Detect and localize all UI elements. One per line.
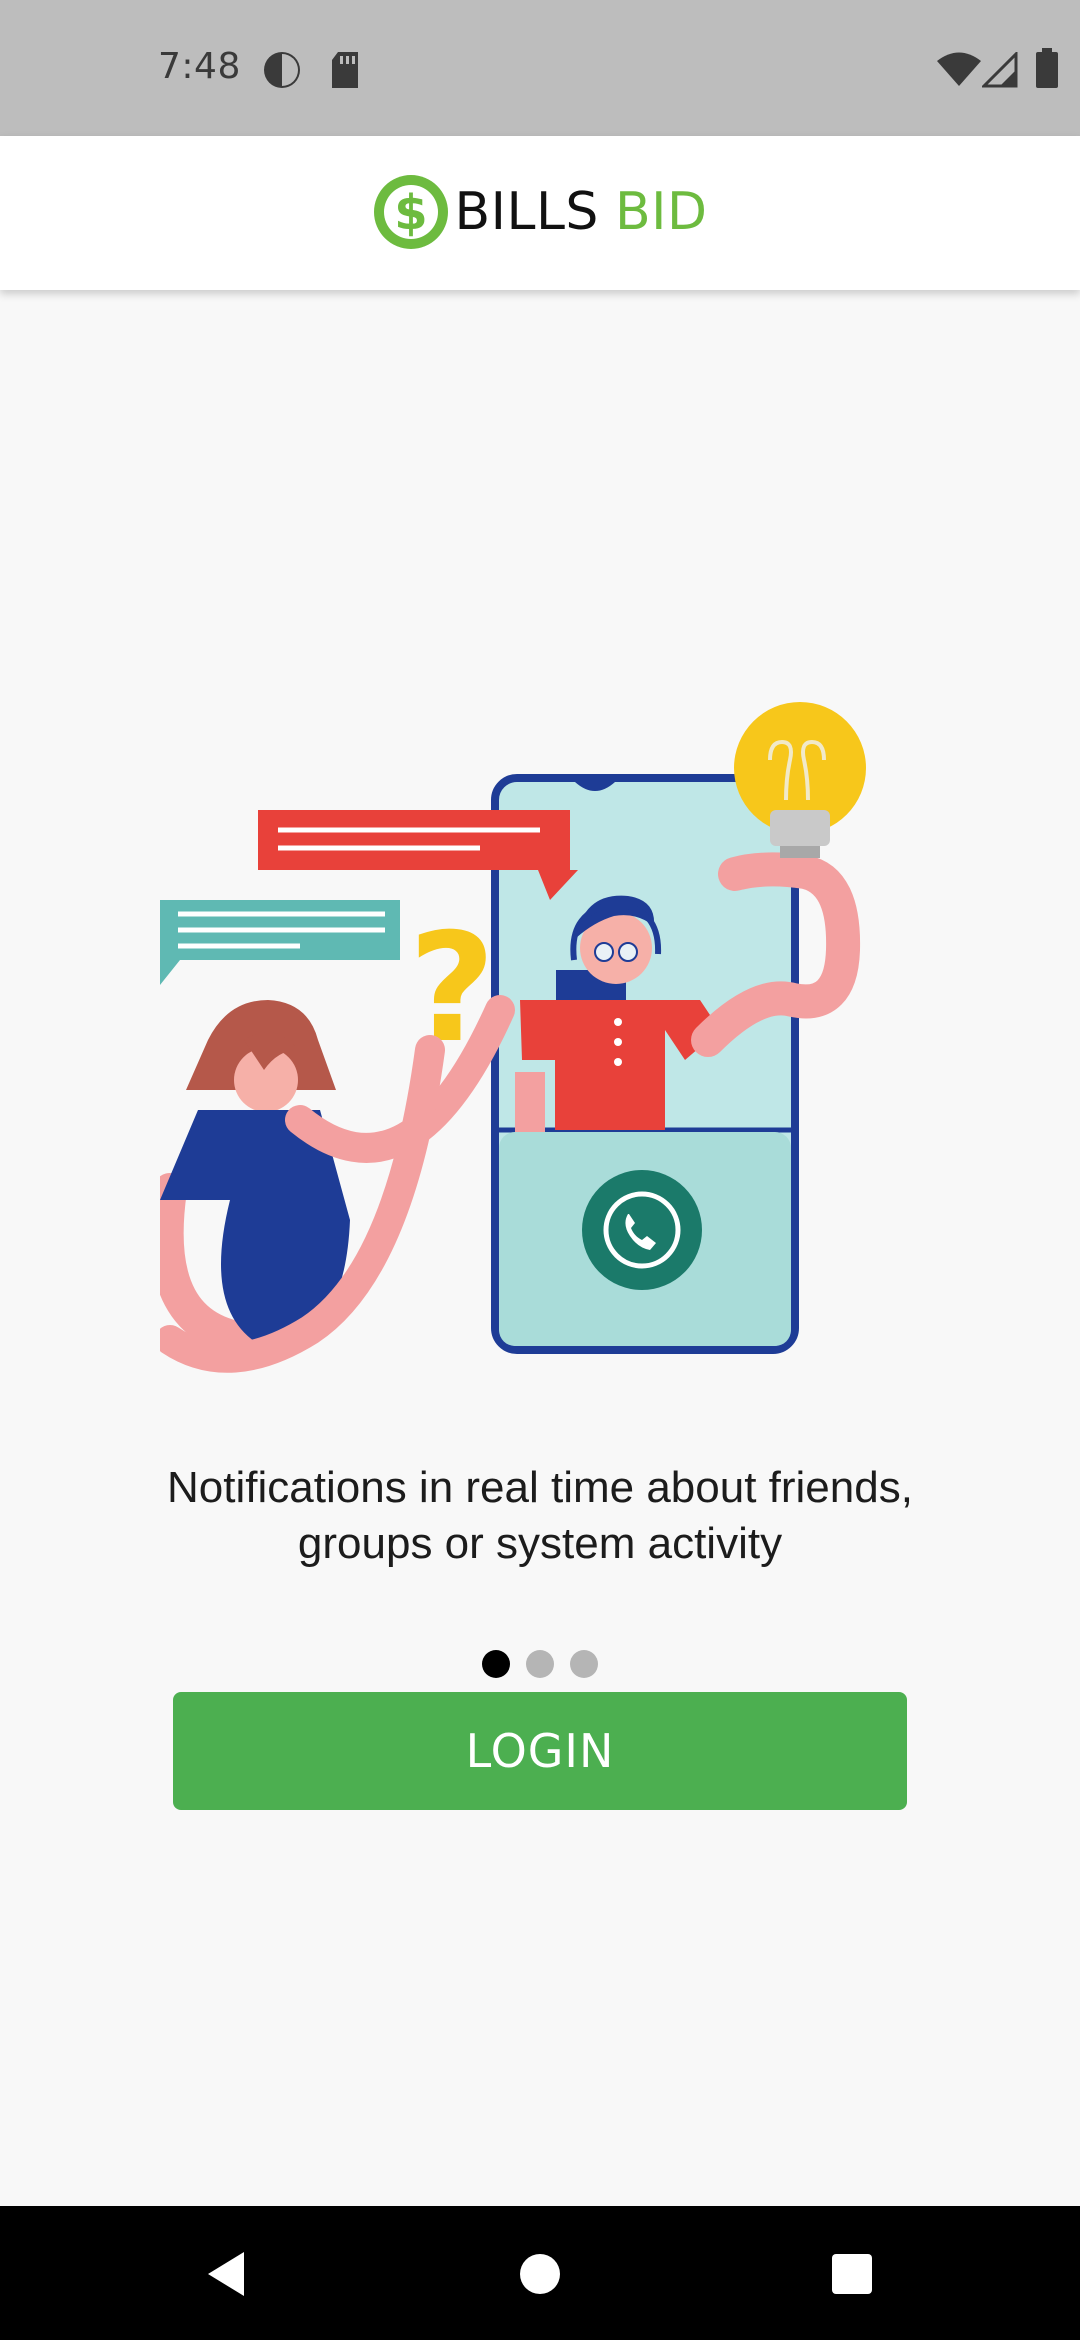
brand-word-bills: BILLS xyxy=(454,182,599,242)
status-time: 7:48 xyxy=(158,46,241,87)
cell-signal-icon xyxy=(982,52,1018,88)
recents-icon[interactable] xyxy=(820,2242,884,2306)
onboarding-screen: 7:48 $ BILLS BID ? Notifications in real… xyxy=(0,0,1080,2340)
battery-icon xyxy=(1036,48,1058,88)
page-indicator xyxy=(0,1650,1080,1678)
support-call-illustration: ? xyxy=(149,700,920,1380)
brand-logo: $ BILLS BID xyxy=(0,172,1080,252)
login-button[interactable]: LOGIN xyxy=(173,1692,907,1810)
status-bar: 7:48 xyxy=(0,0,1080,136)
app-bar: $ BILLS BID xyxy=(0,136,1080,290)
svg-text:$: $ xyxy=(395,185,428,241)
page-dot-1[interactable] xyxy=(482,1650,510,1678)
back-icon[interactable] xyxy=(194,2242,258,2306)
page-dot-2[interactable] xyxy=(526,1650,554,1678)
dollar-coin-icon: $ xyxy=(372,173,450,251)
data-saver-icon xyxy=(262,50,302,90)
wifi-icon xyxy=(936,52,982,88)
onboarding-caption: Notifications in real time about friends… xyxy=(167,1463,913,1568)
page-dot-3[interactable] xyxy=(570,1650,598,1678)
sd-card-icon xyxy=(328,50,362,90)
brand-word-bid: BID xyxy=(614,182,708,242)
system-nav-bar xyxy=(0,2206,1080,2340)
home-icon[interactable] xyxy=(508,2242,572,2306)
